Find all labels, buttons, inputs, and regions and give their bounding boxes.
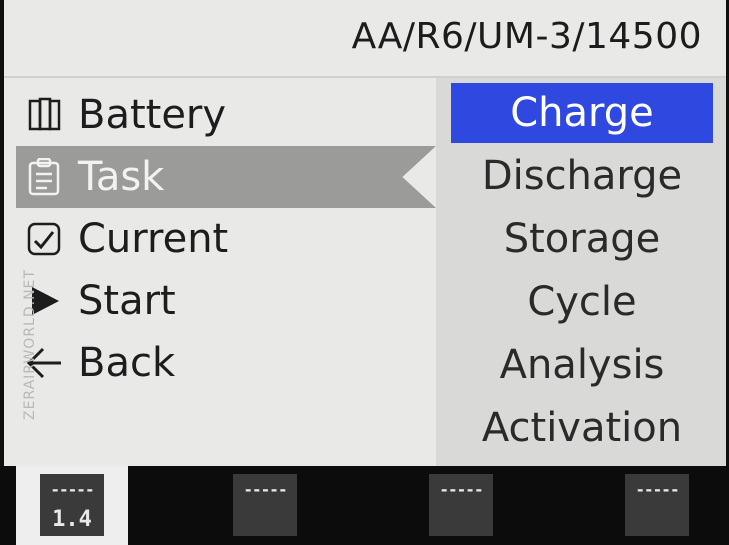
battery-type-label: AA/R6/UM-3/14500 (351, 16, 702, 57)
option-analysis[interactable]: Analysis (451, 335, 713, 395)
softkey-2[interactable]: ----- (233, 474, 297, 536)
softkey-1[interactable]: ----- 1.4 (40, 474, 104, 536)
option-discharge[interactable]: Discharge (451, 146, 713, 206)
charger-screen: AA/R6/UM-3/14500 Battery Task Current St… (4, 0, 726, 466)
watermark: ZERAIRWORLD.NET (22, 269, 38, 420)
option-charge[interactable]: Charge (451, 83, 713, 143)
task-options-panel: Charge Discharge Storage Cycle Analysis … (436, 78, 726, 466)
softkey-top-label: ----- (50, 480, 94, 499)
option-activation[interactable]: Activation (451, 398, 713, 458)
menu-item-label: Current (78, 216, 229, 262)
menu-item-label: Back (78, 340, 176, 386)
menu-item-label: Start (78, 278, 176, 324)
menu-item-current[interactable]: Current (16, 208, 436, 270)
softkey-slot-1: ----- 1.4 (16, 466, 128, 545)
battery-icon (22, 93, 66, 137)
menu-item-battery[interactable]: Battery (16, 84, 436, 146)
menu-item-start[interactable]: Start (16, 270, 436, 332)
softkey-top-label: ----- (243, 480, 287, 499)
menu-item-label: Battery (78, 92, 227, 138)
main-menu: Battery Task Current Start Back (16, 84, 436, 394)
softkey-4[interactable]: ----- (625, 474, 689, 536)
softkey-3[interactable]: ----- (429, 474, 493, 536)
softkey-bar: ----- 1.4 ----- ----- ----- (0, 466, 729, 545)
option-cycle[interactable]: Cycle (451, 272, 713, 332)
menu-item-label: Task (78, 154, 165, 200)
header: AA/R6/UM-3/14500 (4, 0, 726, 78)
softkey-bottom-label: 1.4 (52, 507, 92, 532)
menu-item-back[interactable]: Back (16, 332, 436, 394)
softkey-top-label: ----- (635, 480, 679, 499)
softkey-top-label: ----- (439, 480, 483, 499)
menu-item-task[interactable]: Task (16, 146, 436, 208)
option-storage[interactable]: Storage (451, 209, 713, 269)
